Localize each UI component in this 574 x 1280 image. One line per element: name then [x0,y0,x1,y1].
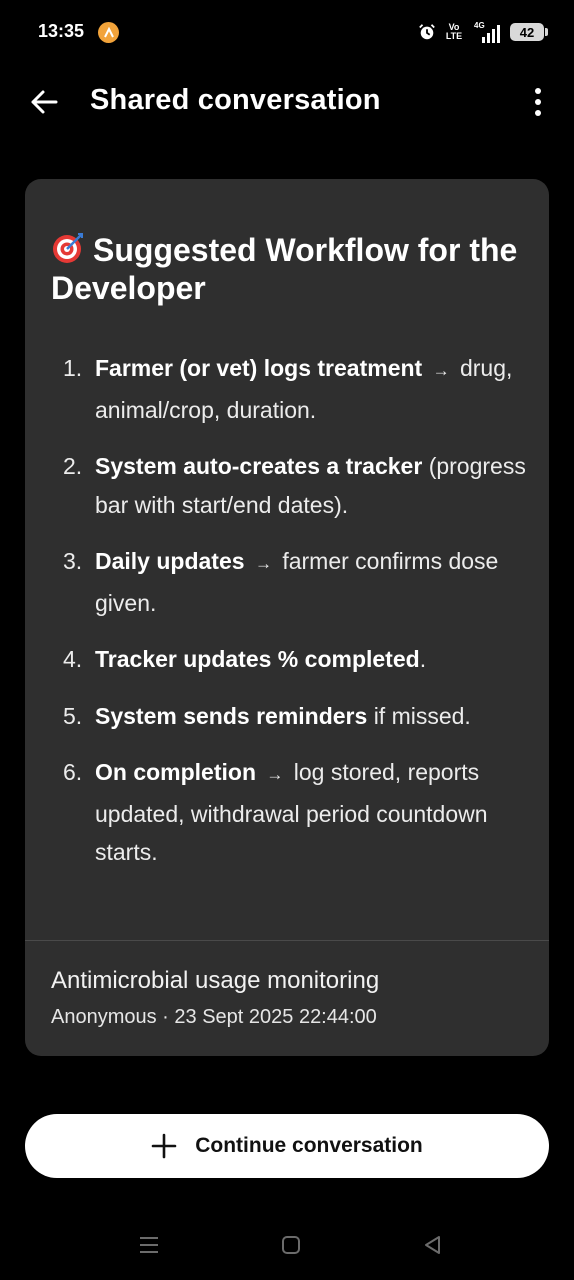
step-number: 6. [63,759,83,785]
status-bar: 13:35 Vo LTE 4G 42 [0,0,574,64]
list-item: 3. Daily updates → farmer confirms dose … [63,542,533,622]
signal-icon: 4G [472,21,502,43]
card-divider [25,940,549,941]
plus-icon [151,1133,177,1159]
step-bold-text: System auto-creates a tracker [95,453,423,479]
shared-message-card: Suggested Workflow for the Developer 1. … [25,179,549,1056]
workflow-steps: 1. Farmer (or vet) logs treatment → drug… [63,349,533,890]
conversation-title: Antimicrobial usage monitoring [51,967,380,994]
back-arrow-icon [31,90,58,114]
continue-conversation-label: Continue conversation [195,1134,423,1157]
system-nav-bar [0,1222,574,1268]
step-number: 5. [63,702,83,729]
target-icon [53,233,83,263]
menu-lines-icon [140,1237,158,1253]
list-item: 5. System sends reminders if missed. [63,697,533,736]
status-icons: Vo LTE 4G 42 [418,20,548,44]
step-text: . [419,646,427,672]
step-number: 1. [63,355,83,381]
page-title: Shared conversation [90,84,381,116]
card-heading: Suggested Workflow for the Developer [51,231,531,307]
home-button[interactable] [276,1230,306,1260]
step-number: 4. [63,646,83,672]
step-bold-text: Tracker updates % completed [95,646,420,672]
conversation-meta: Anonymous · 23 Sept 2025 22:44:00 [51,1006,377,1028]
step-bold-text: On completion [95,759,256,785]
list-item: 2. System auto-creates a tracker (progre… [63,447,533,524]
step-bold-text: Farmer (or vet) logs treatment [95,355,423,381]
recent-apps-button[interactable] [134,1230,164,1260]
alarm-icon [419,24,435,40]
app-bar: Shared conversation [0,70,574,134]
step-number: 3. [63,548,83,574]
battery-level: 42 [519,24,535,40]
back-button[interactable] [24,82,64,122]
continue-conversation-button[interactable]: Continue conversation [25,1114,549,1178]
step-text: if missed. [373,702,471,729]
list-item: 4. Tracker updates % completed. [63,640,533,679]
step-arrow: → [266,765,284,784]
step-arrow: → [432,361,450,380]
square-home-icon [282,1236,300,1254]
battery-icon: 42 [510,23,548,41]
list-item: 6. On completion → log stored, reports u… [63,753,533,872]
step-number: 2. [63,453,83,479]
step-bold-text: System sends reminders [95,702,368,729]
card-heading-text: Suggested Workflow for the Developer [51,232,518,306]
step-arrow: → [254,554,272,573]
notification-app-icon [98,22,119,43]
status-time: 13:35 [38,21,85,41]
more-options-icon[interactable] [526,82,550,122]
list-item: 1. Farmer (or vet) logs treatment → drug… [63,349,533,429]
step-bold-text: Daily updates [95,548,245,574]
volte-icon: Vo LTE [445,22,463,41]
triangle-back-icon [425,1236,440,1254]
system-back-button[interactable] [418,1230,448,1260]
